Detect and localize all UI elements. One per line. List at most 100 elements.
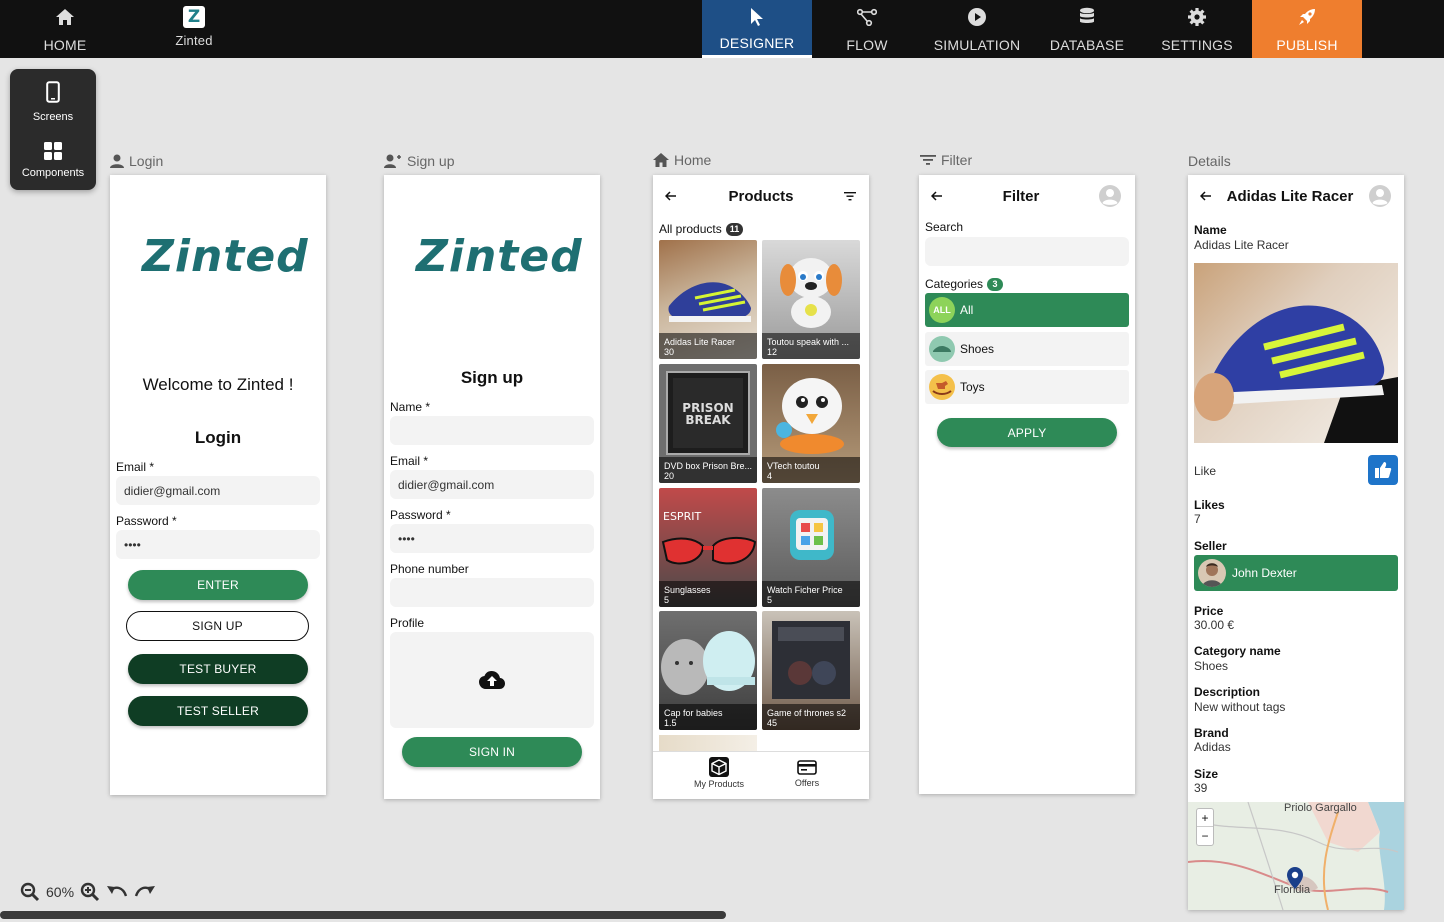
caption-details[interactable]: Details <box>1188 153 1231 169</box>
category-key: Category name <box>1194 644 1281 658</box>
product-tile[interactable]: Adidas Lite Racer 30 <box>659 240 757 359</box>
home-icon <box>55 7 75 27</box>
database-icon <box>1079 7 1095 27</box>
filter-icon[interactable] <box>844 192 856 201</box>
zoom-in-icon[interactable] <box>80 882 100 902</box>
map-pin-icon[interactable] <box>1286 866 1304 890</box>
filter-title: Filter <box>1002 188 1040 205</box>
nav-publish-label: PUBLISH <box>1276 37 1338 53</box>
product-name: Watch Ficher Price <box>767 585 843 595</box>
screens-button[interactable]: Screens <box>10 81 96 123</box>
zoom-toolbar: 60% <box>20 882 156 902</box>
sign-up-button[interactable]: SIGN UP <box>126 611 309 641</box>
apply-button[interactable]: APPLY <box>937 418 1117 447</box>
home-screen[interactable]: Products All products 11 Adidas Lite Rac… <box>653 175 869 799</box>
zoom-level: 60% <box>46 884 75 900</box>
account-icon[interactable] <box>1368 184 1392 208</box>
product-price: 30 <box>664 347 675 357</box>
likes-key: Likes <box>1194 498 1225 512</box>
phone-icon <box>46 81 60 103</box>
category-item-all[interactable]: ALL All <box>925 293 1129 327</box>
category-value: Shoes <box>1194 659 1229 673</box>
product-name: Toutou speak with ... <box>767 337 850 347</box>
profile-label: Profile <box>390 616 425 630</box>
signup-screen[interactable]: Zinted Sign up Name * Email * didier@gma… <box>384 175 600 799</box>
seller-name: John Dexter <box>1232 566 1297 580</box>
product-tile[interactable]: VTech toutou 4 <box>762 364 860 483</box>
location-map[interactable]: Priolo Gargallo Floridia + − <box>1188 802 1404 910</box>
category-item-shoes[interactable]: Shoes <box>925 332 1129 366</box>
product-name: VTech toutou <box>767 461 820 471</box>
shoe-image <box>1194 305 1398 443</box>
got-box-image <box>772 621 850 699</box>
product-tile-partial <box>762 735 860 751</box>
details-screen[interactable]: Adidas Lite Racer Name Adidas Lite Racer… <box>1188 175 1404 910</box>
account-icon[interactable] <box>1098 184 1122 208</box>
product-price: 45 <box>767 718 778 728</box>
likes-value: 7 <box>1194 512 1201 526</box>
map-town-label: Priolo Gargallo <box>1284 802 1357 814</box>
login-screen[interactable]: Zinted Welcome to Zinted ! Login Email *… <box>110 175 326 795</box>
avatar <box>1198 559 1226 587</box>
thumbs-up-icon <box>1375 462 1392 478</box>
nav-home[interactable]: HOME <box>10 0 120 58</box>
cursor-icon <box>749 7 765 27</box>
caption-filter[interactable]: Filter <box>920 152 972 168</box>
category-label: Toys <box>960 380 985 394</box>
categories-header: Categories 3 <box>925 277 1004 291</box>
product-tile[interactable]: Toutou speak with ... 12 <box>762 240 860 359</box>
brand-key: Brand <box>1194 726 1229 740</box>
test-seller-button[interactable]: TEST SELLER <box>128 696 308 726</box>
description-key: Description <box>1194 685 1261 699</box>
caption-login[interactable]: Login <box>110 153 163 169</box>
toy-watch-image <box>790 510 834 560</box>
product-tile[interactable]: PRISON BREAK DVD box Prison Bre... 20 <box>659 364 757 483</box>
tab-my-products[interactable]: My Products <box>687 756 751 789</box>
map-zoom-out-button[interactable]: − <box>1197 827 1213 845</box>
nav-publish[interactable]: PUBLISH <box>1252 0 1362 58</box>
name-field[interactable] <box>390 416 594 445</box>
product-name: Sunglasses <box>664 585 711 595</box>
category-item-toys[interactable]: Toys <box>925 370 1129 404</box>
category-label: Shoes <box>960 342 995 356</box>
phone-field[interactable] <box>390 578 594 607</box>
nav-settings[interactable]: SETTINGS <box>1142 0 1252 58</box>
product-tile[interactable]: Cap for babies 1.5 <box>659 611 757 730</box>
search-label: Search <box>925 220 964 234</box>
search-input[interactable] <box>925 237 1129 266</box>
signup-email-field[interactable]: didier@gmail.com <box>390 470 594 499</box>
profile-upload[interactable] <box>390 632 594 728</box>
signup-password-field[interactable]: •••• <box>390 524 594 553</box>
horizontal-scrollbar[interactable] <box>0 911 726 919</box>
nav-flow[interactable]: FLOW <box>812 0 922 58</box>
product-tile[interactable]: Watch Ficher Price 5 <box>762 488 860 607</box>
email-field[interactable]: didier@gmail.com <box>116 476 320 505</box>
password-field[interactable]: •••• <box>116 530 320 559</box>
tab-offers[interactable]: Offers <box>777 760 837 788</box>
cloud-upload-icon <box>479 671 505 689</box>
caption-signup[interactable]: Sign up <box>384 153 454 169</box>
filter-screen[interactable]: Filter Search Categories 3 ALL All Shoes… <box>919 175 1135 794</box>
phone-label: Phone number <box>390 562 469 576</box>
map-zoom-in-button[interactable]: + <box>1197 809 1213 827</box>
seller-chip[interactable]: John Dexter <box>1194 555 1398 591</box>
signup-password-label: Password * <box>390 508 451 522</box>
undo-icon[interactable] <box>106 884 128 900</box>
caption-signup-text: Sign up <box>407 153 455 169</box>
components-button[interactable]: Components <box>10 141 96 179</box>
product-tile[interactable]: ESPRIT Sunglasses 5 <box>659 488 757 607</box>
nav-app[interactable]: Z Zinted <box>139 0 249 58</box>
nav-designer[interactable]: DESIGNER <box>702 0 812 58</box>
redo-icon[interactable] <box>134 884 156 900</box>
like-button[interactable] <box>1368 455 1398 485</box>
product-name: Cap for babies <box>664 708 723 718</box>
product-tile[interactable]: Game of thrones s2 45 <box>762 611 860 730</box>
like-label: Like <box>1194 464 1217 478</box>
nav-simulation[interactable]: SIMULATION <box>922 0 1032 58</box>
sign-in-button[interactable]: SIGN IN <box>402 737 582 767</box>
caption-home[interactable]: Home <box>653 152 711 168</box>
test-buyer-button[interactable]: TEST BUYER <box>128 654 308 684</box>
zoom-out-icon[interactable] <box>20 882 40 902</box>
nav-database[interactable]: DATABASE <box>1032 0 1142 58</box>
enter-button[interactable]: ENTER <box>128 570 308 600</box>
